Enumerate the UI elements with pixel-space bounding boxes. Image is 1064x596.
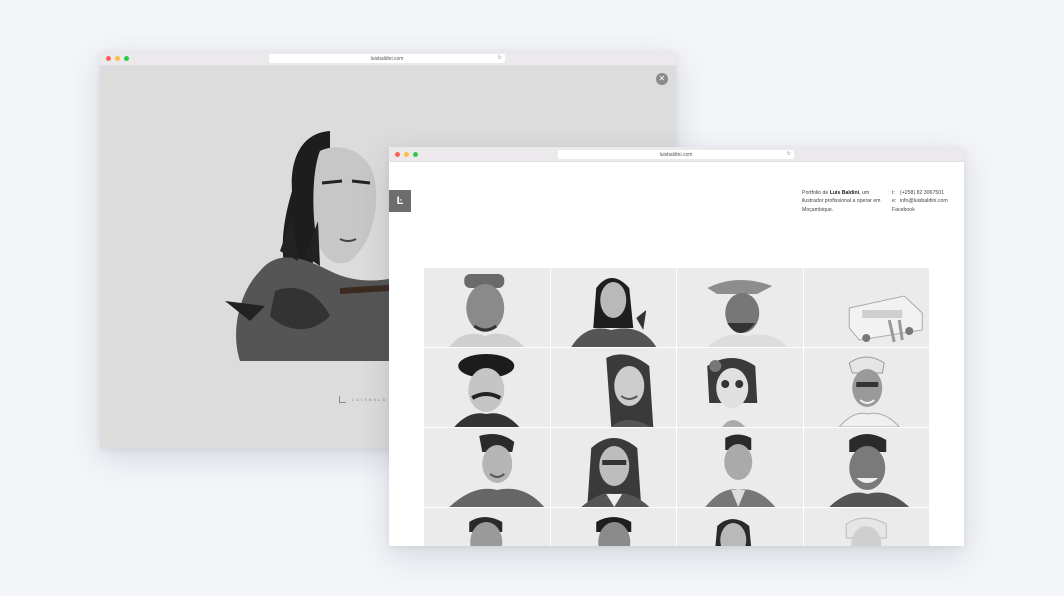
portrait-young-man (449, 434, 545, 507)
portfolio-tile[interactable] (550, 348, 676, 427)
portrait-partial-3 (715, 519, 752, 546)
lightbox-brand: LUISBALD (339, 396, 387, 403)
portfolio-tile[interactable] (677, 348, 803, 427)
email-link[interactable]: info@luisbaldini.com (900, 197, 948, 205)
portfolio-grid (424, 268, 930, 546)
url-text: luisbaldini.com (370, 55, 404, 62)
close-icon[interactable]: ✕ (656, 73, 668, 85)
portrait-woman-smiling (605, 354, 653, 427)
illustration-bus (848, 295, 923, 343)
titlebar: luisbaldini.com ↻ (389, 147, 964, 162)
portfolio-tile[interactable] (677, 428, 803, 507)
portfolio-tile[interactable] (424, 268, 550, 347)
portrait-man-hat (707, 279, 788, 347)
portrait-day-of-dead (707, 358, 758, 427)
email-label: e: (892, 198, 897, 205)
portfolio-tile[interactable] (424, 428, 550, 507)
close-window-button[interactable] (106, 56, 111, 61)
portfolio-tile[interactable] (803, 348, 929, 427)
contact-info: t: (+258) 82 3067501 e: info@luisbaldini… (892, 189, 948, 214)
portfolio-tile[interactable] (803, 268, 929, 347)
portfolio-tile[interactable] (550, 428, 676, 507)
reload-icon[interactable]: ↻ (787, 151, 791, 157)
intro-text: Portfolio de Luis Baldini, um ilustrador… (802, 189, 884, 214)
portrait-warrior-woman (570, 278, 656, 347)
brand-text: LUISBALD (352, 397, 388, 402)
maximize-window-button[interactable] (124, 56, 129, 61)
portrait-partial-2 (595, 517, 631, 546)
portrait-man-laughing (828, 434, 909, 507)
portfolio-page: Ŀ Portfolio de Luis Baldini, um ilustrad… (389, 162, 964, 546)
window-controls (395, 152, 418, 157)
portfolio-tile[interactable] (424, 508, 550, 546)
minimize-window-button[interactable] (404, 152, 409, 157)
address-bar[interactable]: luisbaldini.com ↻ (558, 150, 794, 159)
brand-logo-icon (339, 396, 346, 403)
portrait-man-cap (449, 274, 525, 347)
window-controls (106, 56, 129, 61)
artist-name: Luis Baldini (829, 190, 860, 196)
portrait-man-beret (454, 354, 520, 427)
close-window-button[interactable] (395, 152, 400, 157)
facebook-row: Facebook (892, 206, 948, 214)
url-text: luisbaldini.com (659, 151, 693, 158)
portrait-partial-1 (469, 517, 503, 546)
reload-icon[interactable]: ↻ (498, 55, 502, 61)
phone-number[interactable]: (+258) 82 3067501 (900, 189, 944, 197)
portfolio-tile[interactable] (424, 348, 550, 427)
portrait-woman-glasses (580, 438, 649, 507)
address-bar[interactable]: luisbaldini.com ↻ (269, 54, 505, 63)
intro-prefix: Portfolio de (802, 190, 830, 196)
portfolio-tile[interactable] (803, 428, 929, 507)
portfolio-tile[interactable] (550, 268, 676, 347)
portrait-man-shirt (705, 434, 776, 507)
maximize-window-button[interactable] (413, 152, 418, 157)
email-row: e: info@luisbaldini.com (892, 197, 948, 205)
phone-row: t: (+258) 82 3067501 (892, 189, 948, 197)
front-browser-window: luisbaldini.com ↻ Ŀ Portfolio de Luis Ba… (389, 147, 964, 546)
site-logo[interactable]: Ŀ (389, 190, 411, 212)
portfolio-tile[interactable] (677, 268, 803, 347)
logo-glyph: Ŀ (396, 195, 404, 207)
portfolio-tile[interactable] (677, 508, 803, 546)
phone-label: t: (892, 190, 895, 196)
portfolio-tile[interactable] (803, 508, 929, 546)
portrait-partial-4 (845, 517, 887, 546)
minimize-window-button[interactable] (115, 56, 120, 61)
portfolio-tile[interactable] (550, 508, 676, 546)
portrait-old-man-glasses (838, 356, 900, 427)
facebook-link[interactable]: Facebook (892, 206, 915, 214)
titlebar: luisbaldini.com ↻ (100, 51, 676, 66)
